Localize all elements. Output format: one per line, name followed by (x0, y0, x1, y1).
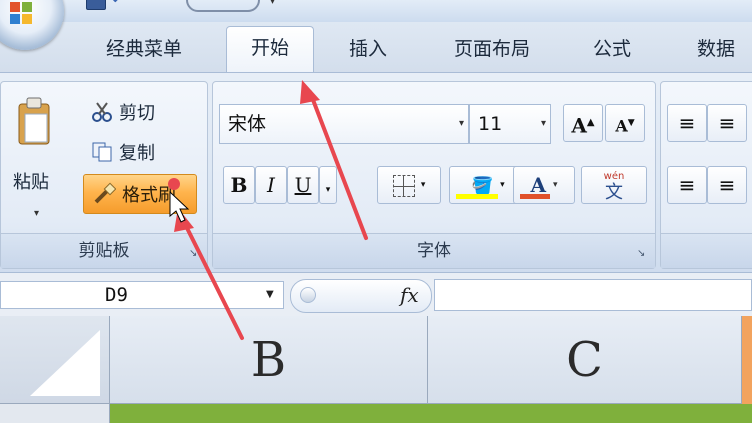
tab-insert[interactable]: 插入 (336, 34, 400, 68)
selected-row-cells[interactable] (110, 404, 752, 423)
phonetic-guide-button[interactable]: wén 文 (581, 166, 647, 204)
font-launcher-icon[interactable]: ↘ (637, 248, 649, 260)
worksheet: B C (0, 316, 752, 423)
align-center-button[interactable]: ≡ (707, 166, 747, 204)
format-painter-label: 格式刷 (122, 185, 176, 206)
clipboard-launcher-icon[interactable]: ↘ (189, 248, 201, 260)
copy-label: 复制 (119, 143, 155, 164)
cut-button[interactable]: 剪切 (91, 98, 155, 126)
underline-dropdown-icon[interactable]: ▾ (319, 166, 337, 204)
align-top-button[interactable]: ≡ (667, 104, 707, 142)
underline-button[interactable]: U (287, 166, 319, 204)
align-left-button[interactable]: ≡ (667, 166, 707, 204)
alignment-group: ≡ ≡ ≡ ≡ (660, 81, 752, 269)
copy-button[interactable]: 复制 (91, 138, 155, 166)
font-color-bar (520, 194, 550, 199)
clipboard-group: 粘贴 ▾ 剪切 复制 格式刷 剪贴板 ↘ (0, 81, 208, 269)
bold-button[interactable]: B (223, 166, 255, 204)
align-middle-button[interactable]: ≡ (707, 104, 747, 142)
tab-home[interactable]: 开始 (226, 26, 314, 73)
formula-bar: D9 ▼ fx (0, 272, 752, 318)
font-name-combo[interactable]: 宋体 ▾ (219, 104, 469, 144)
cut-label: 剪切 (119, 103, 155, 124)
undo-icon[interactable]: ↶ (112, 0, 142, 8)
font-size-combo[interactable]: 11 ▾ (469, 104, 551, 144)
borders-icon (392, 175, 415, 197)
formula-input[interactable] (434, 279, 752, 311)
font-size-dropdown-icon[interactable]: ▾ (541, 105, 546, 143)
borders-button[interactable]: ▾ (377, 166, 441, 204)
font-name-dropdown-icon[interactable]: ▾ (459, 105, 464, 143)
phonetic-guide-glyph: 文 (605, 182, 623, 203)
scissors-icon (91, 101, 113, 123)
column-header-b[interactable]: B (110, 316, 428, 404)
column-header-d-selected[interactable] (742, 316, 752, 404)
ribbon-tab-bar: 经典菜单 开始 插入 页面布局 公式 数据 (0, 22, 752, 73)
shrink-font-icon: A (615, 116, 628, 136)
font-color-button[interactable]: A ▾ (513, 166, 575, 204)
font-size-value: 11 (478, 113, 503, 135)
grow-font-button[interactable]: A▲ (563, 104, 603, 142)
tab-data[interactable]: 数据 (684, 34, 748, 68)
font-group: 宋体 ▾ 11 ▾ A▲ A▼ B I U ▾ ▾ 🪣 ▾ A ▾ wén 文 … (212, 81, 656, 269)
fill-color-bar (456, 194, 498, 199)
name-box[interactable]: D9 (0, 281, 284, 309)
copy-icon (91, 141, 113, 163)
font-name-value: 宋体 (228, 113, 267, 135)
paste-dropdown-icon[interactable]: ▾ (34, 208, 39, 219)
clipboard-group-label: 剪贴板 (1, 233, 207, 268)
formula-bar-handle-icon[interactable] (300, 287, 316, 303)
customize-qat-icon[interactable]: ▾ (270, 0, 275, 7)
tab-classic-menu[interactable]: 经典菜单 (88, 34, 200, 68)
tab-page-layout[interactable]: 页面布局 (436, 34, 548, 68)
insert-function-button[interactable]: fx (400, 283, 419, 307)
office-logo-icon (10, 2, 32, 24)
paste-button[interactable]: 粘贴 (13, 168, 49, 194)
name-box-dropdown-icon[interactable]: ▼ (266, 289, 274, 300)
alignment-group-label (661, 233, 752, 268)
tab-formulas[interactable]: 公式 (580, 34, 644, 68)
ribbon-home: 粘贴 ▾ 剪切 复制 格式刷 剪贴板 ↘ 宋体 ▾ 11 ▾ A▲ A▼ B I… (0, 72, 752, 273)
brush-icon (92, 182, 117, 206)
grow-font-icon: A (571, 113, 587, 138)
font-group-label: 字体 (213, 233, 655, 268)
column-header-c[interactable]: C (428, 316, 742, 404)
shrink-font-button[interactable]: A▼ (605, 104, 645, 142)
select-all-triangle-icon (30, 330, 100, 396)
italic-button[interactable]: I (255, 166, 287, 204)
quick-access-toolbar (186, 0, 260, 12)
save-icon[interactable] (86, 0, 106, 10)
format-painter-button[interactable]: 格式刷 (83, 174, 197, 214)
row-header[interactable] (0, 404, 110, 423)
paste-icon[interactable] (17, 96, 51, 148)
